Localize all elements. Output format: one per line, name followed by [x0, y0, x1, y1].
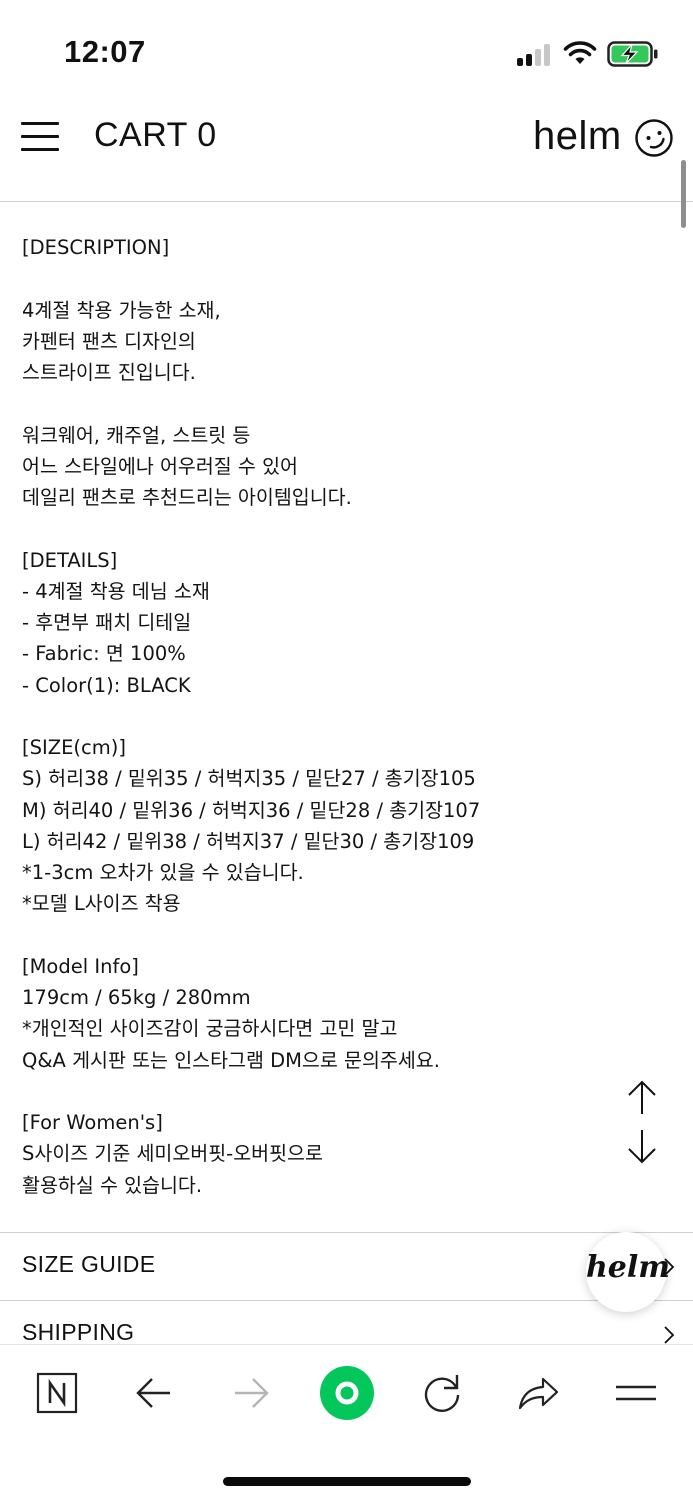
description-line: *1-3cm 오차가 있을 수 있습니다. — [22, 861, 304, 884]
green-home-icon[interactable] — [319, 1365, 375, 1421]
helm-badge-text: helm — [586, 1250, 671, 1285]
description-line: *모델 L사이즈 착용 — [22, 892, 181, 916]
description-line: [Model Info] — [22, 954, 139, 978]
scroll-up-arrow-icon[interactable] — [626, 1080, 658, 1116]
description-line: S사이즈 기준 세미오버핏-오버핏으로 — [22, 1142, 323, 1166]
battery-charging-icon — [607, 41, 658, 67]
description-line: - Fabric: 면 100% — [22, 642, 186, 666]
description-line: L) 허리42 / 밑위38 / 허벅지37 / 밑단30 / 총기장109 — [22, 829, 475, 853]
home-indicator[interactable] — [223, 1477, 471, 1486]
chevron-right-icon — [664, 1326, 675, 1344]
site-header: CART 0 helm — [0, 100, 693, 202]
share-icon[interactable] — [515, 1369, 563, 1417]
description-line: [DESCRIPTION] — [22, 236, 170, 259]
description-line: 어느 스타일에나 어우러질 수 있어 — [22, 454, 298, 478]
scroll-down-arrow-icon[interactable] — [626, 1128, 658, 1164]
description-line: - Color(1): BLACK — [22, 673, 191, 697]
status-bar: 12:07 — [0, 0, 693, 100]
description-line: 카펜터 팬츠 디자인의 — [22, 329, 196, 353]
smiley-face-icon[interactable] — [634, 118, 674, 158]
brand-logo[interactable]: helm — [533, 114, 622, 159]
status-time: 12:07 — [64, 34, 146, 69]
description-line: Q&A 게시판 또는 인스타그램 DM으로 문의주세요. — [22, 1048, 440, 1072]
naver-n-icon[interactable] — [33, 1369, 81, 1417]
description-line: - 4계절 착용 데님 소재 — [22, 579, 210, 603]
description-line: 워크웨어, 캐주얼, 스트릿 등 — [22, 423, 251, 447]
description-line: [For Women's] — [22, 1111, 163, 1134]
hamburger-menu-icon[interactable] — [21, 122, 59, 152]
page-scrollbar[interactable] — [681, 160, 686, 228]
cellular-signal-icon — [517, 44, 553, 66]
description-line: 4계절 착용 가능한 소재, — [22, 298, 221, 322]
back-arrow-icon[interactable] — [130, 1369, 178, 1417]
description-line: 스트라이프 진입니다. — [22, 361, 196, 384]
description-line: *개인적인 사이즈감이 궁금하시다면 고민 말고 — [22, 1017, 398, 1041]
description-line: M) 허리40 / 밑위36 / 허벅지36 / 밑단28 / 총기장107 — [22, 798, 481, 822]
browser-toolbar — [0, 1344, 693, 1500]
description-line: 활용하실 수 있습니다. — [22, 1173, 203, 1197]
forward-arrow-icon[interactable] — [227, 1369, 275, 1417]
wifi-icon — [563, 41, 597, 64]
description-line: 179cm / 65kg / 280mm — [22, 986, 251, 1009]
product-description: [DESCRIPTION] 4계절 착용 가능한 소재, 카펜터 팬츠 디자인의스트… — [22, 232, 622, 1201]
cart-link[interactable]: CART 0 — [94, 116, 217, 155]
accordion-label: SHIPPING — [22, 1319, 135, 1345]
description-line: S) 허리38 / 밑위35 / 허벅지35 / 밑단27 / 총기장105 — [22, 767, 476, 791]
reload-icon[interactable] — [418, 1369, 466, 1417]
description-line: [SIZE(cm)] — [22, 736, 126, 759]
description-line: [DETAILS] — [22, 548, 118, 572]
accordion-label: SIZE GUIDE — [22, 1251, 156, 1277]
menu-lines-icon[interactable] — [612, 1369, 660, 1417]
description-line: - 후면부 패치 디테일 — [22, 611, 192, 634]
helm-chat-badge[interactable]: helm — [586, 1232, 671, 1312]
description-line: 데일리 팬츠로 추천드리는 아이템입니다. — [22, 486, 352, 509]
